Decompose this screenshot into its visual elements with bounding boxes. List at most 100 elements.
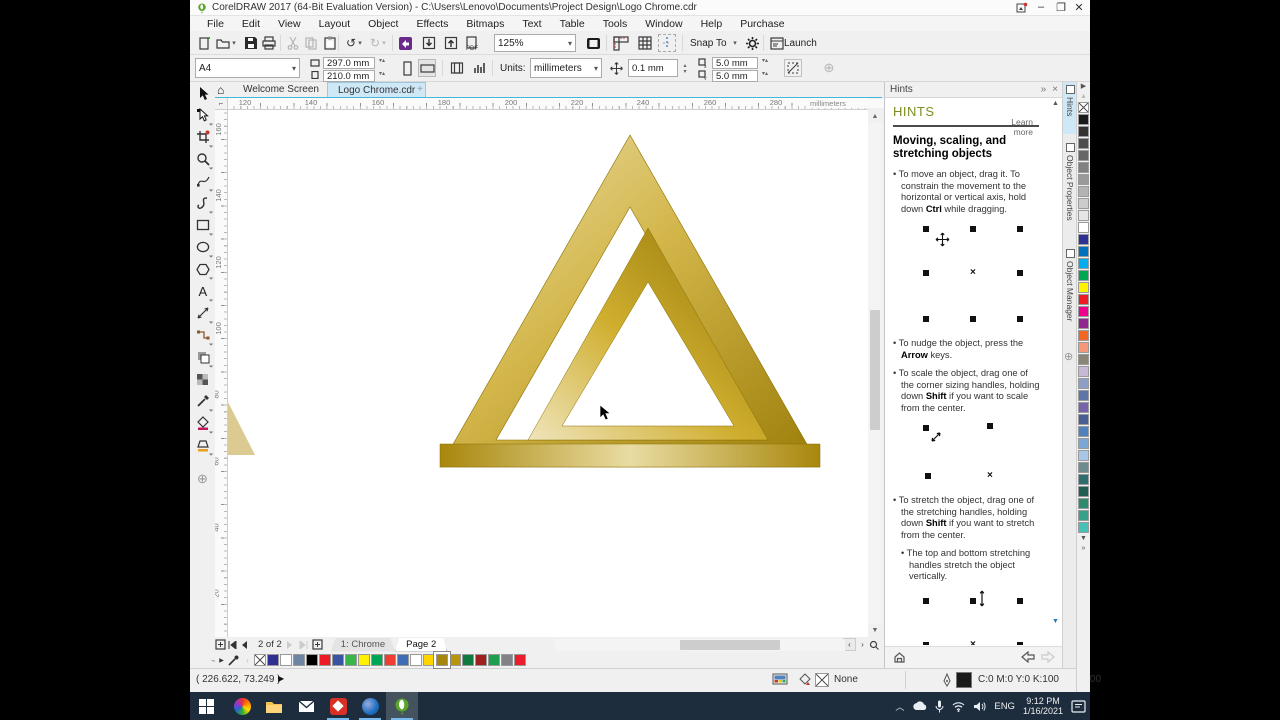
microphone-icon[interactable]	[935, 700, 944, 713]
taskbar-coreldraw-icon[interactable]	[386, 692, 418, 720]
learn-more-link[interactable]: Learn more	[993, 117, 1033, 137]
color-swatch[interactable]	[293, 654, 305, 666]
color-swatch[interactable]	[1078, 510, 1089, 521]
outline-pen-icon[interactable]	[942, 673, 952, 687]
menu-item[interactable]: Text	[513, 18, 550, 30]
color-swatch[interactable]	[1078, 438, 1089, 449]
color-swatch[interactable]	[332, 654, 344, 666]
color-swatch[interactable]	[1078, 126, 1089, 137]
next-page-icon[interactable]	[286, 640, 299, 649]
first-page-icon[interactable]	[228, 640, 241, 649]
outline-color-swatch[interactable]	[956, 672, 972, 688]
color-swatch[interactable]	[1078, 174, 1089, 185]
snap-to-dropdown[interactable]: ▾	[731, 34, 739, 52]
menu-item[interactable]: Effects	[407, 18, 457, 30]
shape-tool[interactable]	[190, 104, 215, 126]
color-swatch[interactable]	[1078, 258, 1089, 269]
palette-flyout-icon[interactable]: ▶	[215, 657, 228, 664]
docker-tab-object-manager[interactable]: Object Manager	[1063, 246, 1077, 342]
add-tool-button[interactable]: ⊕	[190, 468, 215, 490]
horizontal-scroll-thumb[interactable]	[680, 640, 780, 650]
taskbar-edge-browser-icon[interactable]	[354, 692, 386, 720]
color-swatch[interactable]	[1078, 414, 1089, 425]
color-swatch[interactable]	[449, 654, 461, 666]
menu-item[interactable]: Window	[636, 18, 691, 30]
color-swatch[interactable]	[488, 654, 500, 666]
color-swatch[interactable]	[1078, 390, 1089, 401]
fullscreen-preview-icon[interactable]	[584, 34, 602, 52]
color-swatch[interactable]	[306, 654, 318, 666]
menu-item[interactable]: Layout	[310, 18, 360, 30]
hints-back-icon[interactable]	[1021, 651, 1035, 663]
color-swatch[interactable]	[1078, 186, 1089, 197]
page-width-field[interactable]: 297.0 mm	[323, 57, 375, 69]
import-icon[interactable]	[420, 34, 438, 52]
color-swatch[interactable]	[1078, 522, 1089, 533]
menu-item[interactable]: Edit	[233, 18, 269, 30]
no-color-swatch[interactable]	[254, 654, 266, 666]
new-document-icon[interactable]	[196, 34, 214, 52]
palette-eyedropper-icon[interactable]	[228, 655, 241, 666]
color-swatch[interactable]	[1078, 222, 1089, 233]
cut-icon[interactable]	[284, 34, 302, 52]
print-icon[interactable]	[260, 34, 278, 52]
pick-tool[interactable]	[190, 82, 215, 104]
color-swatch[interactable]	[358, 654, 370, 666]
color-swatch[interactable]	[462, 654, 474, 666]
color-swatch[interactable]	[410, 654, 422, 666]
text-tool[interactable]: A	[190, 280, 215, 302]
duplicate-y-field[interactable]: 5.0 mm	[712, 70, 758, 82]
color-swatch[interactable]	[1078, 426, 1089, 437]
menu-item[interactable]: Help	[692, 18, 732, 30]
drawing-canvas[interactable]	[228, 110, 868, 637]
hints-scroll-up-icon[interactable]: ▲	[1050, 100, 1061, 107]
export-icon[interactable]	[442, 34, 460, 52]
duplicate-y-spinner[interactable]: ▾▴	[760, 71, 770, 77]
last-page-icon[interactable]	[299, 640, 312, 649]
treat-as-filled-button[interactable]	[784, 59, 802, 77]
palette-flyout-icon[interactable]: ▶	[1081, 82, 1086, 92]
page-height-spinner[interactable]: ▾▴	[377, 71, 387, 77]
minimize-button[interactable]: –	[1032, 1, 1050, 13]
palette-scroll-left-icon[interactable]: ‹	[241, 656, 254, 665]
triangle-logo-artwork[interactable]	[228, 110, 868, 637]
coords-flyout-icon[interactable]: ▶	[278, 674, 284, 683]
menu-item[interactable]: File	[198, 18, 233, 30]
color-swatch[interactable]	[1078, 366, 1089, 377]
crop-tool[interactable]	[190, 126, 215, 148]
color-swatch[interactable]	[1078, 318, 1089, 329]
color-swatch[interactable]	[1078, 402, 1089, 413]
horizontal-ruler[interactable]: 120 140 160 180 200 220 240 260 280	[228, 98, 868, 110]
snap-to-button[interactable]: Snap To	[690, 38, 727, 49]
connector-tool[interactable]	[190, 324, 215, 346]
document-palette-icon[interactable]	[772, 673, 788, 687]
add-property-icon[interactable]: ⊕	[820, 59, 838, 77]
drop-shadow-tool[interactable]	[190, 346, 215, 368]
portrait-button[interactable]	[398, 59, 416, 77]
new-tab-button[interactable]: +	[407, 82, 433, 97]
taskbar-file-explorer-icon[interactable]	[258, 692, 290, 720]
color-swatch[interactable]	[1078, 114, 1089, 125]
color-swatch[interactable]	[267, 654, 279, 666]
palette-scroll-down-icon[interactable]: ▼	[1080, 534, 1087, 544]
no-color-swatch[interactable]	[1078, 102, 1089, 113]
restore-button[interactable]: ❐	[1052, 1, 1070, 14]
landscape-button[interactable]	[418, 59, 436, 77]
duplicate-x-field[interactable]: 5.0 mm	[712, 57, 758, 69]
menu-item[interactable]: Object	[359, 18, 407, 30]
interactive-fill-tool[interactable]	[190, 412, 215, 434]
freehand-tool[interactable]	[190, 170, 215, 192]
page-width-spinner[interactable]: ▾▴	[377, 58, 387, 64]
color-swatch[interactable]	[434, 652, 450, 668]
ruler-origin[interactable]: ⌐	[215, 98, 228, 110]
color-swatch[interactable]	[1078, 234, 1089, 245]
show-rulers-icon[interactable]	[612, 34, 630, 52]
rectangle-tool[interactable]	[190, 214, 215, 236]
taskbar-mail-icon[interactable]	[290, 692, 322, 720]
artistic-media-tool[interactable]	[190, 192, 215, 214]
start-button[interactable]	[190, 692, 222, 720]
color-swatch[interactable]	[1078, 462, 1089, 473]
taskbar-red-app-icon[interactable]	[322, 692, 354, 720]
color-swatch[interactable]	[514, 654, 526, 666]
undo-dropdown[interactable]: ▾	[356, 34, 364, 52]
